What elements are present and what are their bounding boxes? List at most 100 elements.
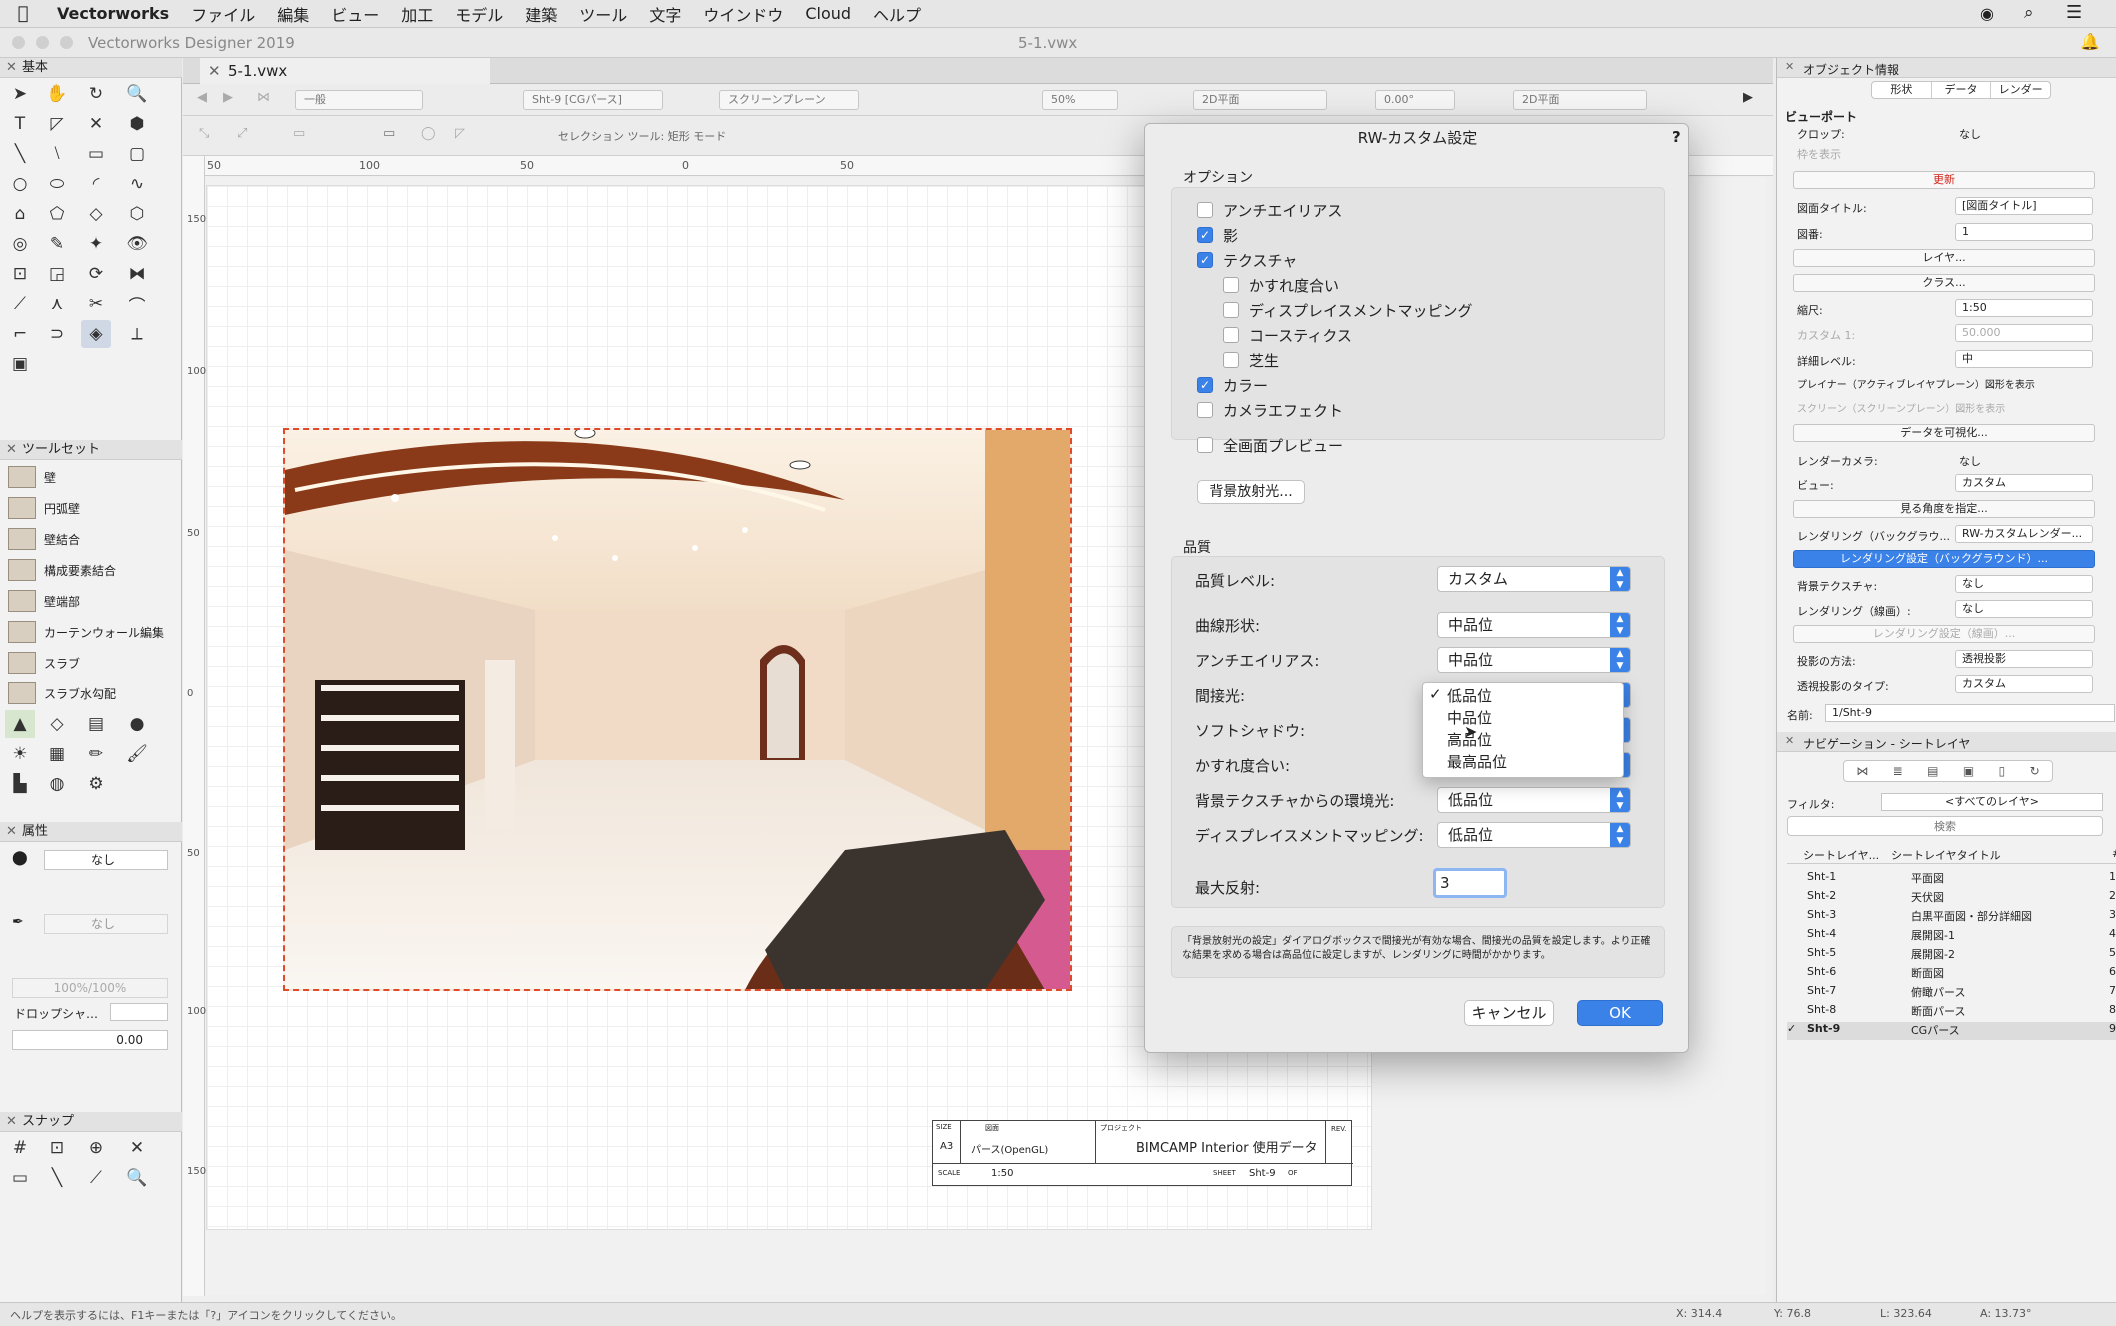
table-row[interactable]: Sht-3 白黒平面図・部分詳細図 3 (1807, 908, 2116, 926)
lasso-mode-icon[interactable]: ◯ (421, 126, 436, 141)
regular-polygon-tool-icon[interactable]: ⬡ (122, 200, 152, 228)
fill-style-select[interactable]: なし (44, 850, 168, 870)
site-model-icon[interactable]: ◇ (42, 710, 72, 738)
close-icon[interactable]: ✕ (6, 1112, 17, 1132)
trim-tool-icon[interactable]: ✂ (81, 290, 111, 318)
frame-checkbox[interactable]: 枠を表示 (1797, 146, 1841, 162)
snap-angle-icon[interactable]: ✕ (122, 1134, 152, 1162)
line-weight-field[interactable]: 0.00 (12, 1030, 168, 1050)
view-angle-button[interactable]: 見る角度を指定... (1793, 500, 2095, 518)
cancel-button[interactable]: キャンセル (1464, 1000, 1554, 1026)
toolset-item-wall-end[interactable]: 壁端部 (0, 586, 170, 616)
checkbox[interactable] (1223, 352, 1239, 368)
tab-shape[interactable]: 形状 (1872, 82, 1932, 98)
measure-tool-icon[interactable]: ⟂ (122, 320, 152, 348)
text-tool-icon[interactable]: T (5, 110, 35, 138)
object-icon[interactable]: ◍ (42, 770, 72, 798)
polygon-mode-icon[interactable]: ◸ (455, 126, 465, 141)
color-icon[interactable]: ● (122, 710, 152, 738)
table-row[interactable]: Sht-8 断面パース 8 (1807, 1003, 2116, 1021)
box-icon[interactable]: ▦ (42, 740, 72, 768)
option-shadow[interactable]: ✓ 影 (1197, 224, 1238, 246)
rounded-rect-tool-icon[interactable]: ▢ (122, 140, 152, 168)
checkbox[interactable] (1197, 202, 1213, 218)
table-row[interactable]: Sht-1 平面図 1 (1807, 870, 2116, 888)
search-icon[interactable]: ⌕ (2024, 3, 2034, 23)
toolset-item-curtain-wall[interactable]: カーテンウォール編集 (0, 617, 170, 647)
antialias-quality-select[interactable]: 中品位 ▲ ▼ (1437, 647, 1631, 673)
stairs-icon[interactable]: ▙ (5, 770, 35, 798)
option-antialias[interactable]: アンチエイリアス (1197, 199, 1342, 221)
callout-tool-icon[interactable]: ◸ (42, 110, 72, 138)
spiral-tool-icon[interactable]: ◎ (5, 230, 35, 258)
view-select[interactable]: 2D平面 (1193, 90, 1327, 110)
help-icon[interactable]: ? (1672, 128, 1681, 146)
reshape-tool-icon[interactable]: ◲ (42, 260, 72, 288)
option-caustics[interactable]: コースティクス (1223, 324, 1352, 346)
render-settings-button[interactable]: レンダリング設定（バックグラウンド）... (1793, 550, 2095, 568)
zoom-select[interactable]: 50% (1042, 90, 1118, 110)
rect-mode-icon[interactable]: ▭ (383, 126, 395, 141)
layer-button[interactable]: レイヤ... (1793, 249, 2095, 267)
clip-tool-icon[interactable]: ⊡ (5, 260, 35, 288)
visibility-tool-icon[interactable]: 👁 (122, 230, 152, 258)
class-button[interactable]: クラス... (1793, 274, 2095, 292)
bg-texture-select[interactable]: なし (1955, 575, 2093, 593)
update-button[interactable]: 更新 (1793, 171, 2095, 189)
background-radiosity-button[interactable]: 背景放射光... (1197, 480, 1305, 504)
furniture-icon[interactable]: ▤ (81, 710, 111, 738)
mirror-tool-icon[interactable]: ⧓ (122, 260, 152, 288)
custom-scale-field[interactable]: 50.000 (1955, 324, 2093, 342)
bell-icon[interactable]: 🔔 (2080, 32, 2100, 51)
double-polygon-tool-icon[interactable]: ◇ (81, 200, 111, 228)
table-row[interactable]: Sht-7 俯瞰パース 7 (1807, 984, 2116, 1002)
snap-distance-icon[interactable]: ▭ (5, 1164, 35, 1192)
projection-select[interactable]: 透視投影 (1955, 650, 2093, 668)
quality-level-select[interactable]: カスタム ▲ ▼ (1437, 566, 1631, 592)
snap-intersection-icon[interactable]: ⊕ (81, 1134, 111, 1162)
menu-modify[interactable]: 加工 (390, 2, 444, 26)
render-line-settings-button[interactable]: レンダリング設定（線画）... (1793, 625, 2095, 643)
viewports-icon[interactable]: ▣ (1963, 764, 1974, 778)
zoom-tool-icon[interactable]: 🔍 (122, 80, 152, 108)
visualize-data-button[interactable]: データを可視化... (1793, 424, 2095, 442)
column-number[interactable]: # (2112, 847, 2116, 860)
name-field[interactable]: 1/Sht-9 (1825, 704, 2115, 722)
table-row[interactable]: Sht-5 展開図-2 5 (1807, 946, 2116, 964)
pencil-icon[interactable]: ✏ (81, 740, 111, 768)
menu-tools[interactable]: ツール (568, 2, 638, 26)
snap-surface-icon[interactable]: ⟋ (81, 1164, 111, 1192)
zoom-window-button[interactable] (60, 36, 73, 49)
paint-icon[interactable]: 🖌 (122, 740, 152, 768)
selection-tool-icon[interactable]: ➤ (5, 80, 35, 108)
mode-icon-1[interactable]: ⤡ (199, 126, 209, 141)
close-icon[interactable]: ✕ (6, 822, 17, 842)
checkbox[interactable] (1223, 327, 1239, 343)
flyover-tool-icon[interactable]: ↻ (81, 80, 111, 108)
forward-icon[interactable]: ▶ (223, 90, 233, 105)
record-icon[interactable]: ◉ (1980, 4, 1994, 23)
toolset-item-round-wall[interactable]: 円弧壁 (0, 493, 170, 523)
render-line-select[interactable]: なし (1955, 600, 2093, 618)
saved-views-icon[interactable]: ▯ (1999, 764, 2006, 778)
ok-button[interactable]: OK (1577, 1000, 1663, 1026)
chamfer-tool-icon[interactable]: ⌐ (5, 320, 35, 348)
arc-tool-icon[interactable]: ◜ (81, 170, 111, 198)
dropdown-option-highest[interactable]: 最高品位 (1447, 751, 1507, 773)
option-texture[interactable]: ✓ テクスチャ (1197, 249, 1297, 271)
checkbox-checked[interactable]: ✓ (1197, 227, 1213, 243)
oval-tool-icon[interactable]: ⬭ (42, 170, 72, 198)
checkbox[interactable] (1223, 277, 1239, 293)
circle-tool-icon[interactable]: ○ (5, 170, 35, 198)
classes-icon[interactable]: ⋈ (1856, 764, 1868, 778)
checkbox-checked[interactable]: ✓ (1197, 377, 1213, 393)
menu-help[interactable]: ヘルプ (862, 2, 932, 26)
eyedropper-tool-icon[interactable]: ✎ (42, 230, 72, 258)
checkbox[interactable] (1197, 402, 1213, 418)
option-fullscreen-preview[interactable]: 全画面プレビュー (1197, 434, 1343, 456)
gear-icon[interactable]: ⚙ (81, 770, 111, 798)
fillet-tool-icon[interactable]: ⌒ (122, 290, 152, 318)
search-input[interactable] (1787, 816, 2103, 836)
symbol-insert-tool-icon[interactable]: ▣ (5, 350, 35, 378)
plane-select[interactable]: スクリーンプレーン (719, 90, 859, 110)
